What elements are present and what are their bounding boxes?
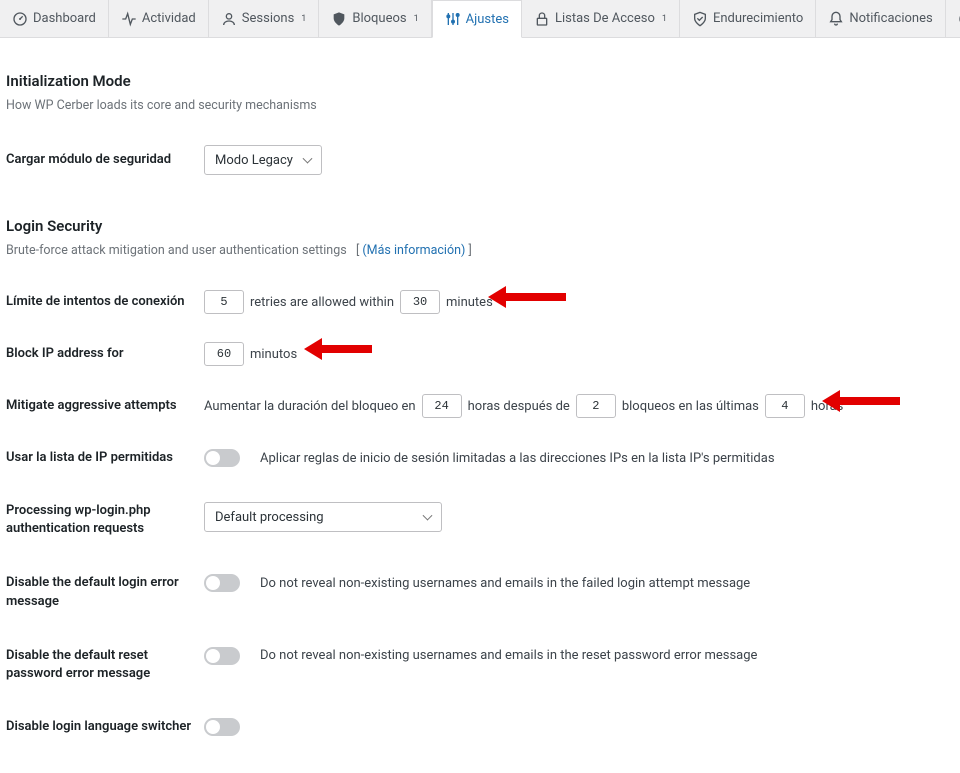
tab-label: Listas De Acceso	[555, 11, 655, 26]
lock-icon	[534, 11, 550, 27]
tab-actividad[interactable]: Actividad	[109, 0, 209, 37]
shield-icon	[331, 11, 347, 27]
activity-icon	[121, 11, 137, 27]
arrow-annotation	[488, 282, 568, 312]
section-desc-init: How WP Cerber loads its core and securit…	[6, 98, 954, 113]
whitelist-text: Aplicar reglas de inicio de sesión limit…	[260, 451, 775, 466]
tab-bloqueos[interactable]: Bloqueos 1	[319, 0, 431, 37]
disable-lang-label: Disable login language switcher	[6, 718, 204, 736]
aggressive-t2: horas después de	[468, 399, 570, 414]
tab-label: Dashboard	[33, 11, 96, 26]
wplogin-select[interactable]: Default processing	[204, 502, 442, 532]
limit-retries-input[interactable]	[204, 290, 244, 314]
tab-sessions[interactable]: Sessions 1	[209, 0, 320, 37]
aggressive-t4: horas	[811, 399, 844, 414]
more-info-link[interactable]: (Más información)	[362, 243, 465, 258]
load-module-label: Cargar módulo de seguridad	[6, 151, 204, 169]
whitelist-toggle[interactable]	[204, 449, 240, 467]
tab-label: Ajustes	[466, 12, 509, 27]
tab-label: Endurecimiento	[713, 11, 803, 26]
block-ip-label: Block IP address for	[6, 345, 204, 363]
aggressive-label: Mitigate aggressive attempts	[6, 397, 204, 415]
limit-text2: minutes	[446, 295, 493, 310]
disable-reset-err-label: Disable the default reset password error…	[6, 647, 204, 683]
tab-endurecimiento[interactable]: Endurecimiento	[680, 0, 816, 37]
tab-label: Sessions	[242, 11, 295, 26]
wplogin-label: Processing wp-login.php authentication r…	[6, 502, 204, 538]
limit-minutes-input[interactable]	[400, 290, 440, 314]
disable-login-err-toggle[interactable]	[204, 574, 240, 592]
tab-dashboard[interactable]: Dashboard	[0, 0, 109, 37]
tab-label: Bloqueos	[352, 11, 406, 26]
select-value: Default processing	[215, 510, 324, 525]
disable-lang-toggle[interactable]	[204, 718, 240, 736]
tab-badge: 1	[414, 14, 419, 24]
limit-text1: retries are allowed within	[250, 295, 394, 310]
bell-icon	[828, 11, 844, 27]
block-unit: minutos	[250, 347, 297, 362]
tab-label: Actividad	[142, 11, 196, 26]
gauge-icon	[12, 11, 28, 27]
tab-listas-acceso[interactable]: Listas De Acceso 1	[522, 0, 680, 37]
disable-reset-err-toggle[interactable]	[204, 647, 240, 665]
block-minutes-input[interactable]	[204, 342, 244, 366]
aggressive-t1: Aumentar la duración del bloqueo en	[204, 399, 416, 414]
user-icon	[221, 11, 237, 27]
disable-login-err-label: Disable the default login error message	[6, 574, 204, 610]
tab-ajustes[interactable]: Ajustes	[432, 0, 522, 38]
select-value: Modo Legacy	[215, 153, 293, 168]
tab-badge: 1	[301, 14, 306, 24]
section-title-login: Login Security	[6, 217, 954, 235]
section-title-init: Initialization Mode	[6, 72, 954, 90]
aggressive-hours2-input[interactable]	[765, 394, 805, 418]
tab-bar: Dashboard Actividad Sessions 1 Bloqueos …	[0, 0, 960, 38]
aggressive-t3: bloqueos en las últimas	[622, 399, 759, 414]
section-desc-login: Brute-force attack mitigation and user a…	[6, 243, 954, 258]
aggressive-lockouts-input[interactable]	[576, 394, 616, 418]
limit-attempts-label: Límite de intentos de conexión	[6, 293, 204, 311]
load-module-select[interactable]: Modo Legacy	[204, 145, 322, 175]
shield-check-icon	[692, 11, 708, 27]
tab-badge: 1	[662, 14, 667, 24]
tab-notificaciones[interactable]: Notificaciones	[816, 0, 945, 37]
tab-label: Notificaciones	[849, 11, 932, 26]
sliders-icon	[445, 11, 461, 27]
whitelist-label: Usar la lista de IP permitidas	[6, 449, 204, 467]
aggressive-hours1-input[interactable]	[422, 394, 462, 418]
tab-ayuda[interactable]: Ayuda	[946, 0, 960, 37]
disable-login-err-text: Do not reveal non-existing usernames and…	[260, 576, 750, 591]
arrow-annotation	[304, 334, 374, 364]
disable-reset-err-text: Do not reveal non-existing usernames and…	[260, 648, 757, 663]
